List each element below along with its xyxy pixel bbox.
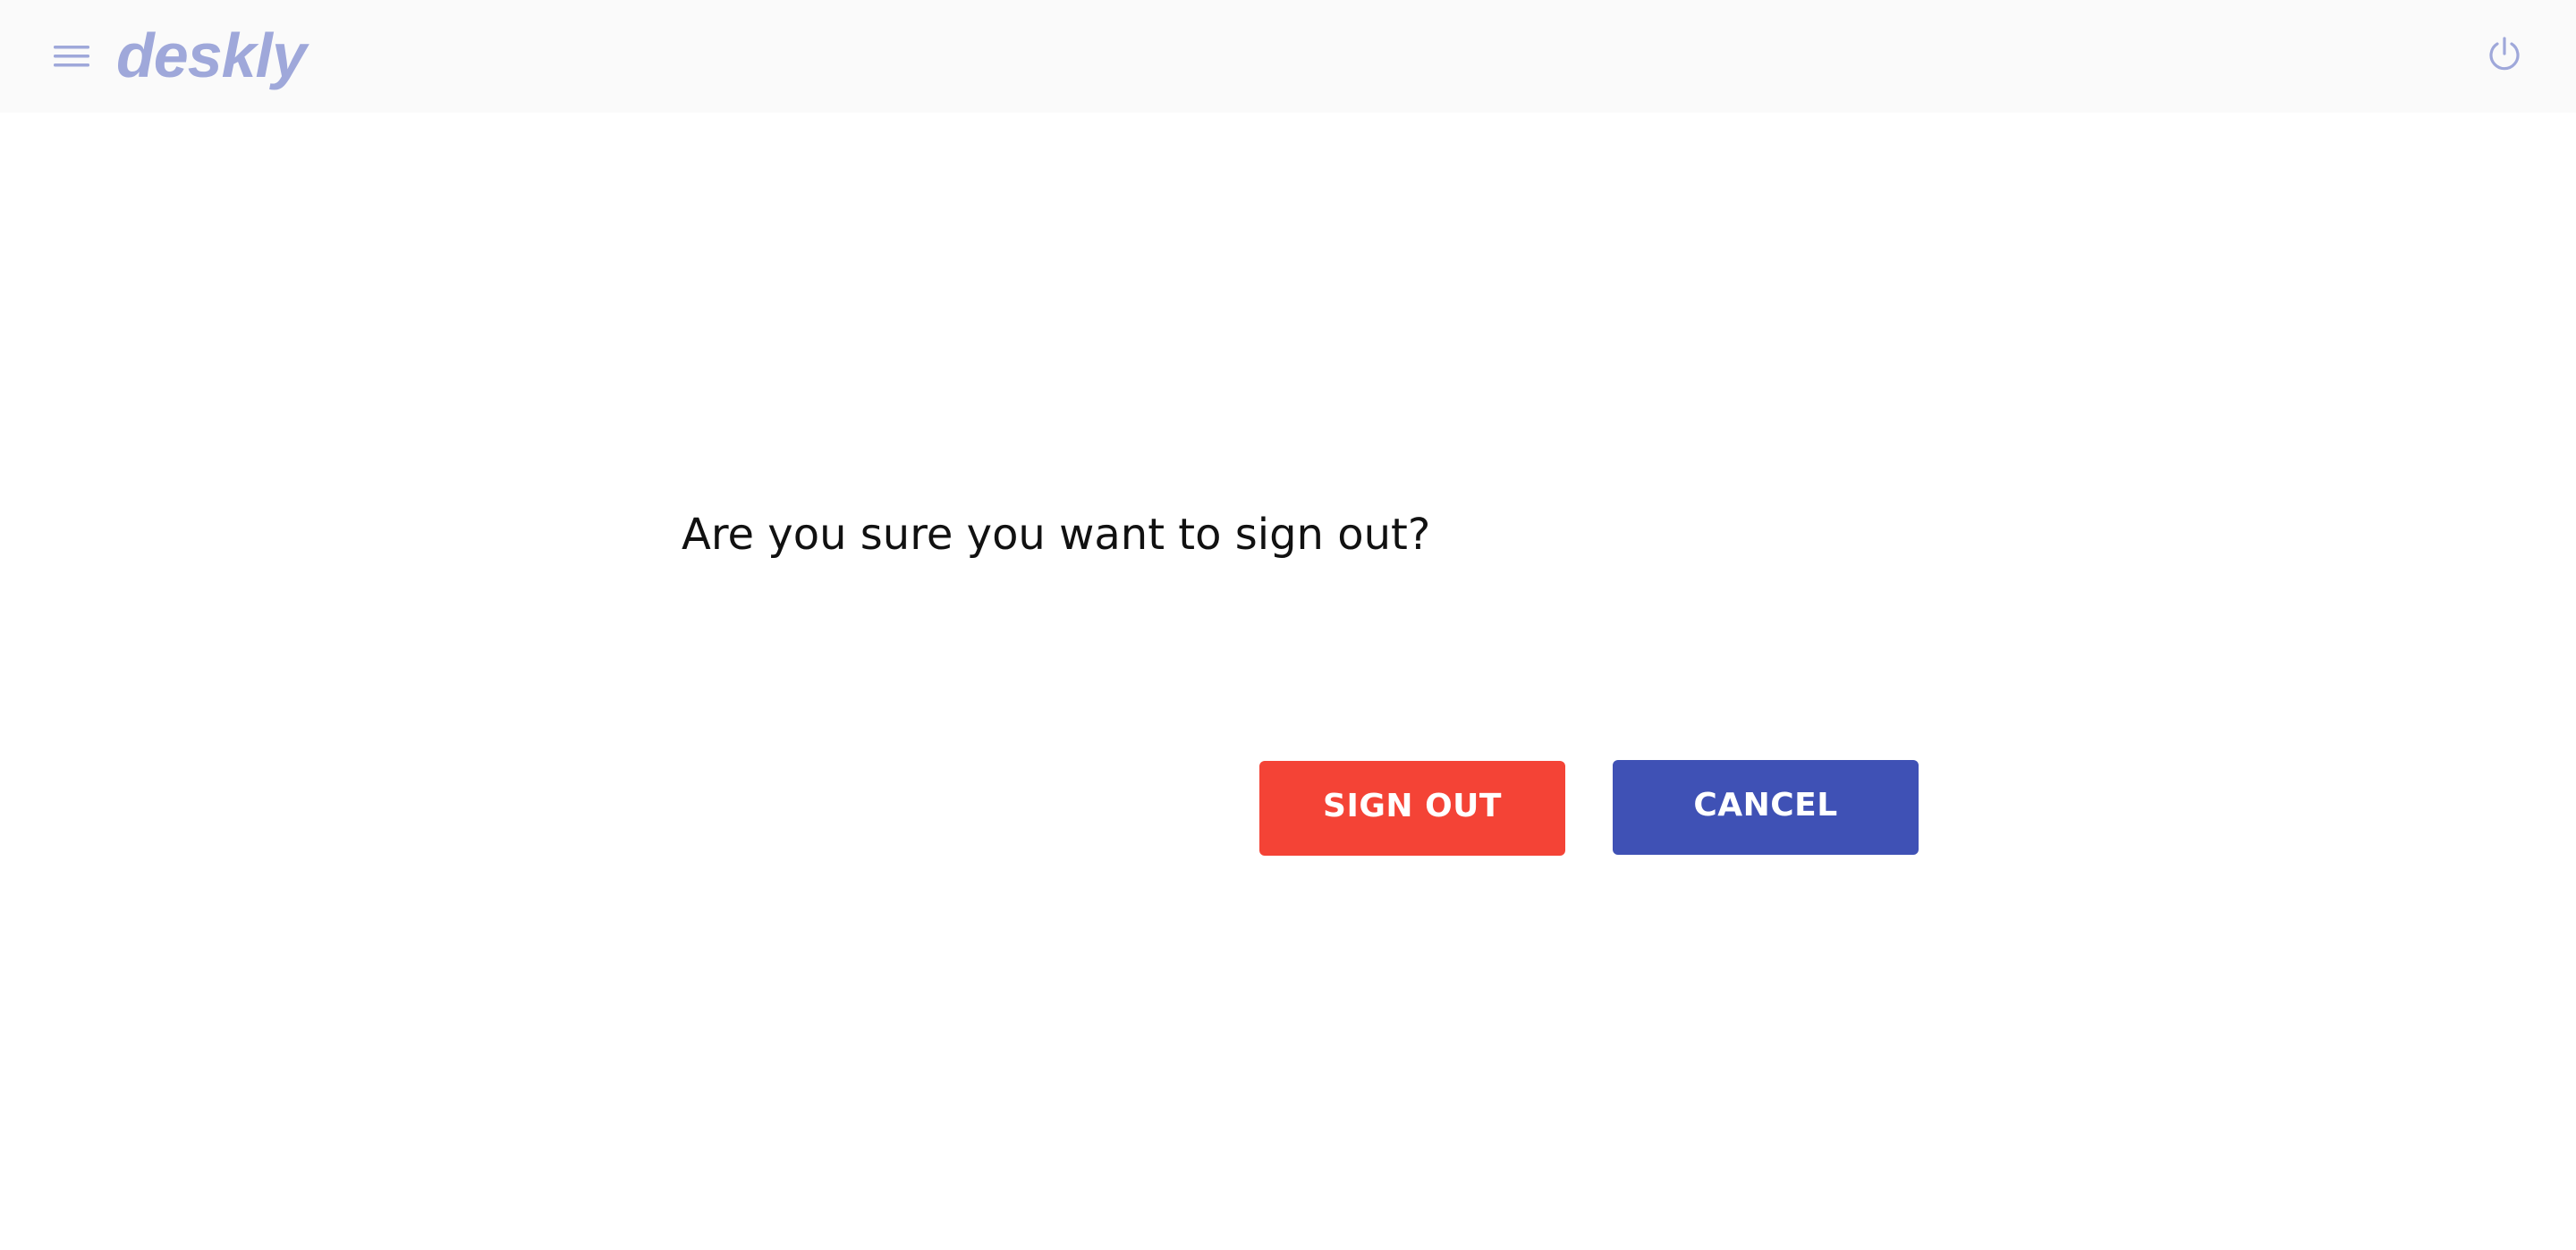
power-icon [2489, 37, 2520, 71]
menu-button[interactable] [45, 32, 98, 80]
top-app-bar: deskly [0, 0, 2576, 113]
hamburger-menu-icon [54, 46, 89, 67]
sign-out-button[interactable]: SIGN OUT [1259, 761, 1565, 856]
app-logo: deskly [116, 21, 307, 90]
sign-out-icon-button[interactable] [2479, 32, 2529, 79]
sign-out-confirmation-message: Are you sure you want to sign out? [682, 510, 1431, 560]
cancel-button[interactable]: CANCEL [1613, 760, 1919, 855]
